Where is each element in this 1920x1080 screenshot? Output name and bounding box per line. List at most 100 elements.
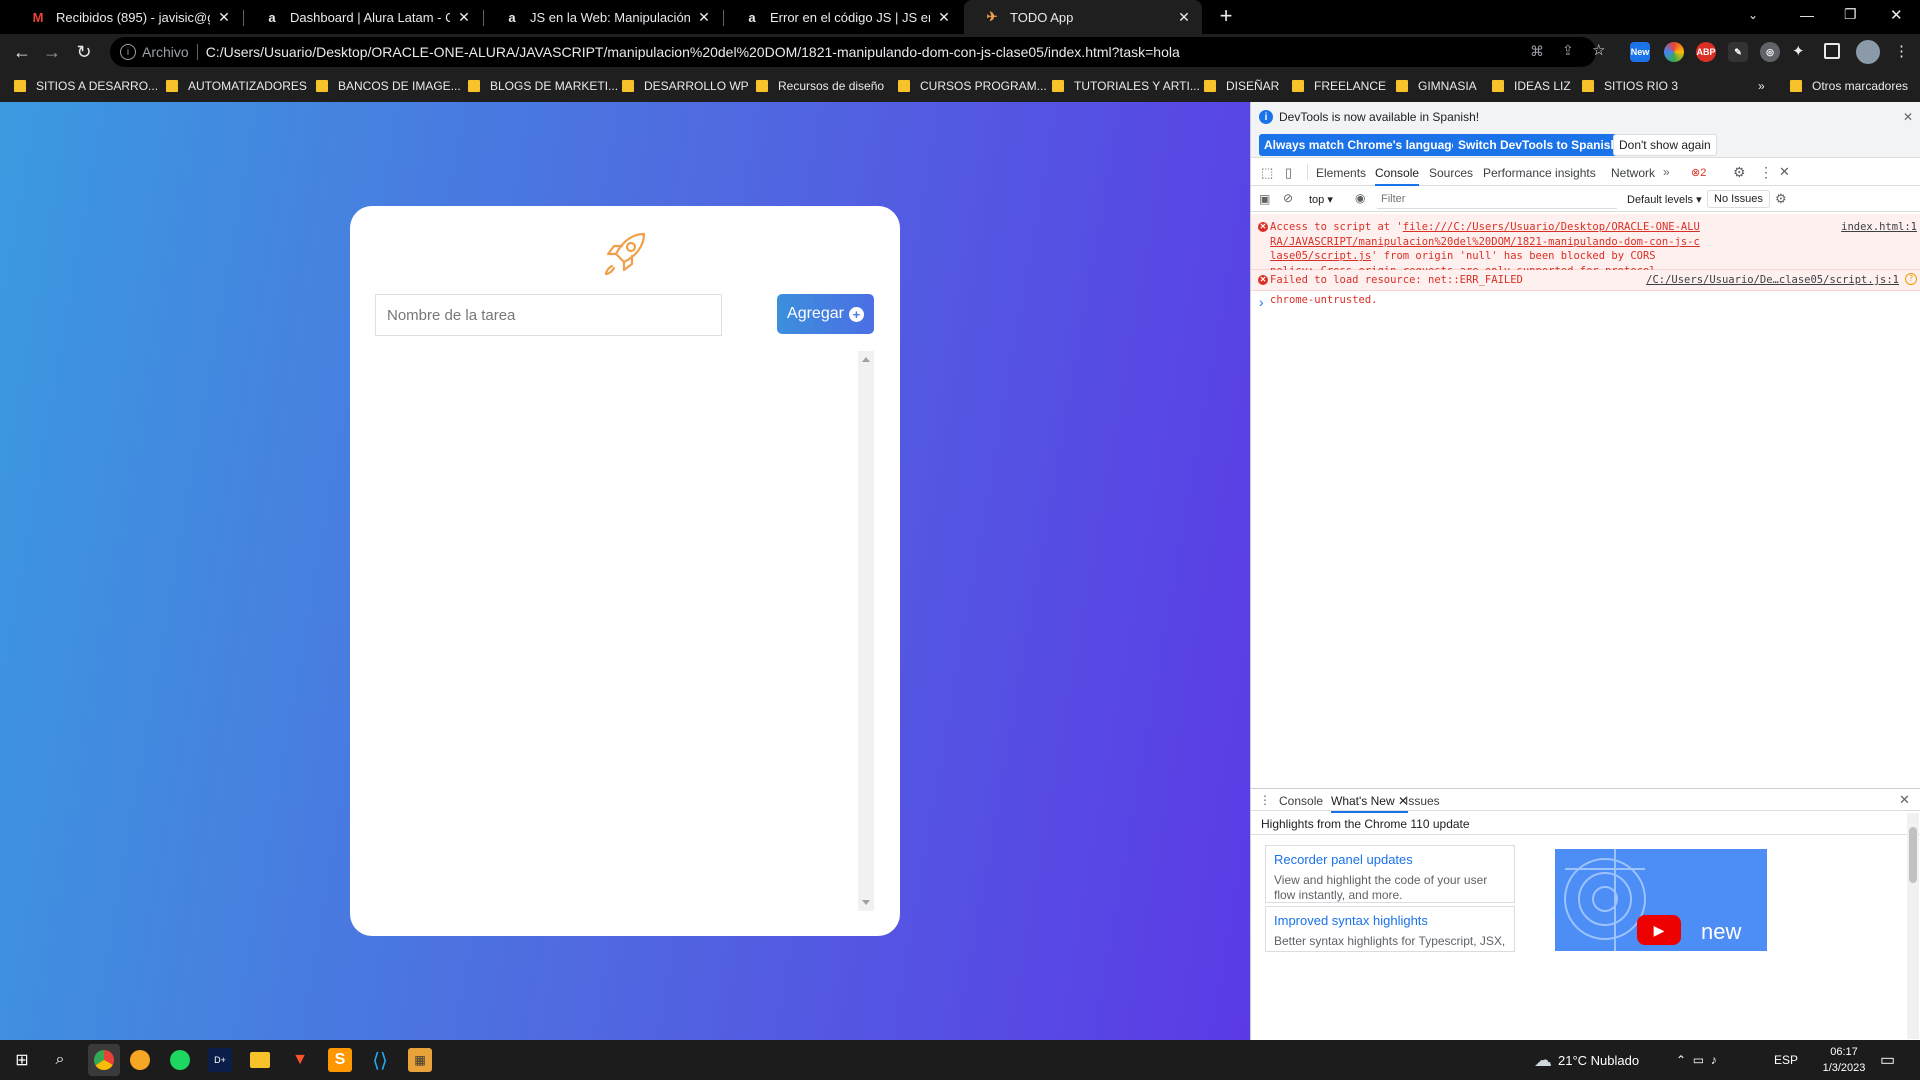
tab-todo-app[interactable]: ✈ TODO App ✕ <box>964 0 1202 34</box>
console-settings-icon[interactable]: ⚙ <box>1775 191 1787 207</box>
search-icon[interactable]: ⌕ <box>48 1048 72 1072</box>
disney-plus-icon[interactable]: D+ <box>208 1048 232 1072</box>
drawer-menu-icon[interactable]: ⋮ <box>1259 793 1271 807</box>
menu-dots-icon[interactable]: ⋮ <box>1894 42 1909 60</box>
volume-icon[interactable]: ♪ <box>1711 1053 1717 1067</box>
bookmark-folder[interactable]: SITIOS RIO 3 <box>1582 77 1678 95</box>
bookmark-folder[interactable]: CURSOS PROGRAM... <box>898 77 1047 95</box>
task-name-input[interactable] <box>375 294 722 336</box>
error-source-link[interactable]: /C:/Users/Usuario/De…clase05/script.js:1 <box>1646 273 1899 288</box>
close-icon[interactable]: ✕ <box>1176 9 1192 26</box>
tray-icons[interactable]: ⌃ ▭ ♪ <box>1676 1040 1717 1080</box>
bookmark-folder[interactable]: FREELANCE <box>1292 77 1386 95</box>
close-icon[interactable]: ✕ <box>456 9 472 26</box>
switch-to-spanish-button[interactable]: Switch DevTools to Spanish <box>1453 134 1623 156</box>
task-list-scrollbar[interactable] <box>858 351 874 911</box>
extensions-puzzle-icon[interactable]: ✦ <box>1792 42 1805 60</box>
devtools-menu-icon[interactable]: ⋮ <box>1759 164 1773 181</box>
console-filter-input[interactable] <box>1377 190 1617 209</box>
reload-icon[interactable]: ↻ <box>72 40 96 64</box>
error-source-link[interactable]: index.html:1 <box>1841 220 1917 235</box>
window-close-icon[interactable]: ✕ <box>1890 6 1903 24</box>
language-indicator[interactable]: ESP <box>1774 1040 1798 1080</box>
whats-new-video-thumbnail[interactable]: ▶ new <box>1555 849 1767 951</box>
translate-icon[interactable]: ⌘ <box>1530 43 1544 60</box>
tab-sources[interactable]: Sources <box>1429 166 1473 180</box>
tab-performance-insights[interactable]: Performance insights <box>1483 166 1596 180</box>
close-icon[interactable]: ✕ <box>216 9 232 26</box>
color-extension-icon[interactable] <box>1664 42 1684 62</box>
tab-network[interactable]: Network <box>1611 166 1655 180</box>
extension-icon[interactable]: ✎ <box>1728 42 1748 62</box>
archive-app-icon[interactable]: ▦ <box>408 1048 432 1072</box>
brave-icon[interactable]: ▼ <box>288 1048 312 1072</box>
close-devtools-icon[interactable]: ✕ <box>1779 164 1790 180</box>
clock[interactable]: 06:17 1/3/2023 <box>1816 1044 1872 1076</box>
sublime-text-icon[interactable]: S <box>328 1048 352 1072</box>
file-explorer-icon[interactable] <box>248 1048 272 1072</box>
notifications-icon[interactable]: ▭ <box>1880 1040 1895 1080</box>
tab-alura-error[interactable]: a Error en el código JS | JS en la W ✕ <box>724 0 962 34</box>
forward-icon[interactable]: → <box>40 40 64 64</box>
bookmark-folder[interactable]: TUTORIALES Y ARTI... <box>1052 77 1200 95</box>
other-bookmarks[interactable]: Otros marcadores <box>1790 77 1908 95</box>
drawer-scrollbar[interactable] <box>1907 813 1919 1039</box>
tab-elements[interactable]: Elements <box>1316 166 1366 180</box>
issues-button[interactable]: No Issues <box>1707 190 1770 208</box>
settings-gear-icon[interactable]: ⚙ <box>1733 164 1746 181</box>
lightbulb-icon[interactable]: ? <box>1905 273 1917 285</box>
match-language-button[interactable]: Always match Chrome's language <box>1259 134 1464 156</box>
chrome-taskbar-icon[interactable] <box>88 1044 120 1076</box>
whats-new-card-syntax[interactable]: Improved syntax highlights Better syntax… <box>1265 906 1515 952</box>
share-icon[interactable]: ⇪ <box>1562 42 1574 59</box>
close-icon[interactable]: ✕ <box>696 9 712 26</box>
live-expression-eye-icon[interactable]: ◉ <box>1355 191 1365 205</box>
wappalyzer-icon[interactable]: ◎ <box>1760 42 1780 62</box>
bookmark-folder[interactable]: IDEAS LIZ <box>1492 77 1571 95</box>
sidebar-toggle-icon[interactable]: ▣ <box>1259 192 1270 206</box>
profile-avatar[interactable] <box>1856 40 1880 64</box>
youtube-play-icon[interactable]: ▶ <box>1637 915 1681 945</box>
card-title[interactable]: Recorder panel updates <box>1274 852 1506 867</box>
context-selector[interactable]: top ▾ <box>1309 193 1333 206</box>
bookmark-folder[interactable]: AUTOMATIZADORES <box>166 77 307 95</box>
add-task-button[interactable]: Agregar + <box>777 294 874 334</box>
whats-new-card-recorder[interactable]: Recorder panel updates View and highligh… <box>1265 845 1515 903</box>
windows-start-icon[interactable]: ⊞ <box>10 1048 34 1072</box>
bookmark-folder[interactable]: DESARROLLO WP <box>622 77 749 95</box>
tab-alura-js-web[interactable]: a JS en la Web: Manipulación del D ✕ <box>484 0 722 34</box>
bookmark-folder[interactable]: BLOGS DE MARKETI... <box>468 77 618 95</box>
clear-console-icon[interactable]: ⊘ <box>1283 191 1293 205</box>
scroll-down-icon[interactable] <box>862 900 870 905</box>
network-icon[interactable]: ▭ <box>1693 1053 1704 1067</box>
close-icon[interactable]: ✕ <box>936 9 952 26</box>
restore-icon[interactable]: ❐ <box>1844 6 1857 23</box>
tab-console[interactable]: Console <box>1375 166 1420 186</box>
inspect-element-icon[interactable]: ⬚ <box>1261 165 1273 181</box>
drawer-tab-issues[interactable]: Issues <box>1405 794 1440 808</box>
dont-show-again-button[interactable]: Don't show again <box>1613 134 1717 156</box>
more-bookmarks-icon[interactable]: » <box>1758 77 1765 95</box>
minimize-icon[interactable]: — <box>1800 7 1814 23</box>
device-toolbar-icon[interactable]: ▯ <box>1285 165 1292 181</box>
side-panel-icon[interactable] <box>1824 43 1840 59</box>
weather-widget[interactable]: ☁ 21°C Nublado <box>1534 1040 1639 1080</box>
adblock-icon[interactable]: ABP <box>1696 42 1716 62</box>
bookmark-folder[interactable]: DISEÑAR <box>1204 77 1279 95</box>
drawer-tab-console[interactable]: Console <box>1279 794 1323 808</box>
extension-new-icon[interactable]: New <box>1630 42 1650 62</box>
close-drawer-icon[interactable]: ✕ <box>1899 792 1910 808</box>
spotify-icon[interactable] <box>168 1048 192 1072</box>
more-tabs-icon[interactable]: » <box>1663 165 1670 179</box>
close-icon[interactable]: ✕ <box>1903 110 1913 124</box>
address-url[interactable]: C:/Users/Usuario/Desktop/ORACLE-ONE-ALUR… <box>206 44 1180 60</box>
address-bar[interactable]: i Archivo C:/Users/Usuario/Desktop/ORACL… <box>110 37 1596 67</box>
log-levels-dropdown[interactable]: Default levels ▾ <box>1627 193 1702 206</box>
back-icon[interactable]: ← <box>10 40 34 64</box>
card-title[interactable]: Improved syntax highlights <box>1274 913 1506 928</box>
info-icon[interactable]: i <box>120 44 136 60</box>
browser-taskbar-icon[interactable] <box>128 1048 152 1072</box>
vscode-icon[interactable]: ⟨⟩ <box>368 1048 392 1072</box>
tab-gmail[interactable]: M Recibidos (895) - javisic@gmail.c ✕ <box>10 0 242 34</box>
bookmark-folder[interactable]: GIMNASIA <box>1396 77 1477 95</box>
